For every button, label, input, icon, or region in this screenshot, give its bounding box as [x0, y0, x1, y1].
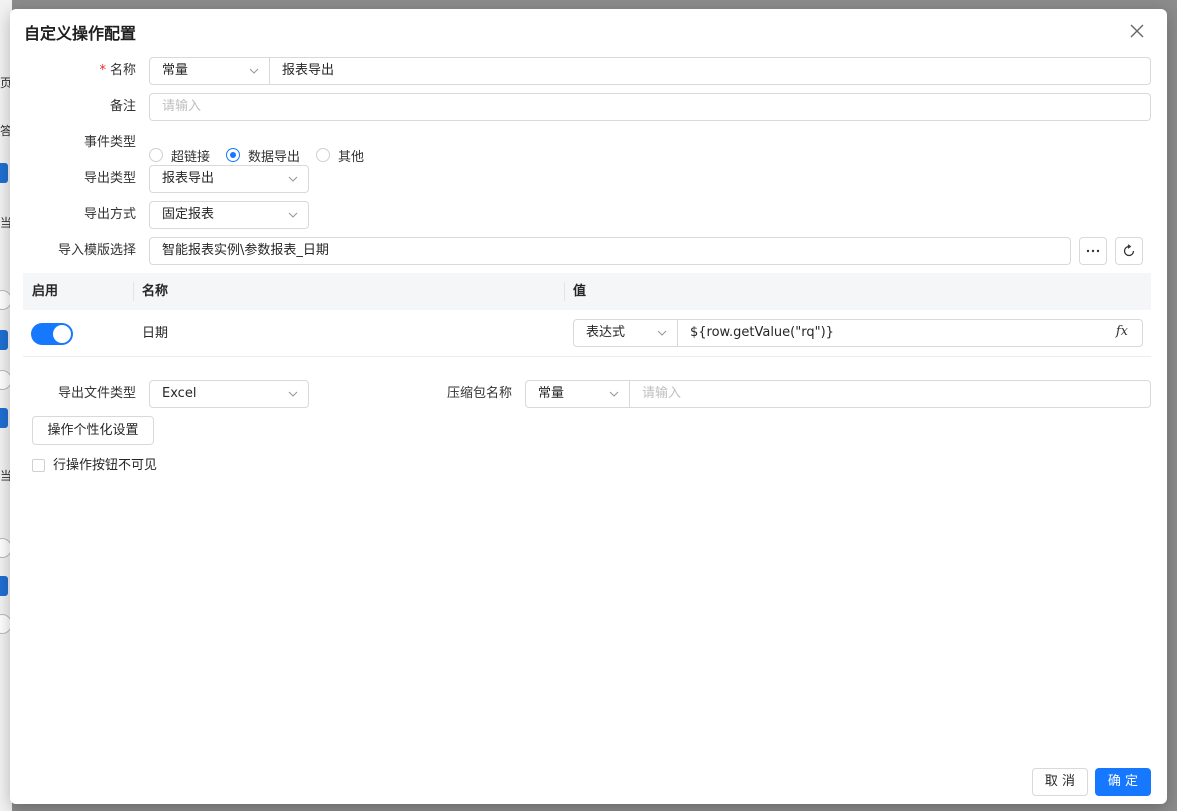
- background-button: [0, 576, 8, 596]
- remark-placeholder: 请输入: [162, 99, 202, 114]
- refresh-button[interactable]: [1115, 237, 1143, 265]
- radio-label: 超链接: [171, 149, 211, 165]
- remark-input[interactable]: 请输入: [149, 93, 1151, 121]
- toggle-knob: [53, 325, 71, 343]
- file-type-label: 导出文件类型: [57, 386, 136, 401]
- chevron-down-icon: [249, 68, 259, 74]
- expression-value: ${row.getValue("rq")}: [690, 325, 834, 340]
- name-value: 报表导出: [282, 63, 335, 78]
- radio-label: 其他: [338, 149, 365, 165]
- event-type-label: 事件类型: [83, 135, 136, 150]
- name-label: * 名称: [16, 57, 136, 85]
- name-type-value: 常量: [162, 63, 189, 78]
- zip-type-value: 常量: [538, 386, 565, 401]
- chevron-down-icon: [288, 212, 298, 218]
- export-type-select[interactable]: 报表导出: [149, 165, 309, 193]
- name-label-text: 名称: [109, 63, 136, 78]
- params-table-header: 启用 名称 值: [23, 273, 1151, 310]
- zip-name-input[interactable]: 请输入: [630, 381, 1150, 407]
- radio-circle-checked: [226, 148, 240, 162]
- value-type: 表达式: [586, 325, 626, 340]
- zip-name-input-group: 常量 请输入: [525, 380, 1151, 408]
- template-input[interactable]: 智能报表实例\参数报表_日期: [149, 237, 1071, 265]
- radio-data-export[interactable]: 数据导出: [226, 145, 300, 165]
- chevron-down-icon: [288, 176, 298, 182]
- close-icon[interactable]: [1127, 21, 1147, 41]
- zip-name-placeholder: 请输入: [642, 386, 682, 401]
- header-name: 名称: [142, 284, 169, 299]
- file-type-select[interactable]: Excel: [149, 380, 309, 408]
- zip-name-label: 压缩包名称: [446, 386, 512, 401]
- export-method-select[interactable]: 固定报表: [149, 201, 309, 229]
- background-button: [0, 408, 8, 428]
- refresh-icon: [1123, 244, 1135, 257]
- radio-label: 数据导出: [248, 149, 301, 165]
- param-name: 日期: [142, 326, 169, 341]
- custom-action-dialog: 自定义操作配置 * 名称 常量 报表导出 备注 请输入 事件类型 超链接 数据导出…: [10, 9, 1167, 804]
- zip-type-select[interactable]: 常量: [526, 381, 629, 407]
- background-button: [0, 330, 8, 350]
- export-type-value: 报表导出: [162, 171, 215, 186]
- fx-icon[interactable]: fx: [1116, 324, 1128, 339]
- chevron-down-icon: [288, 391, 298, 397]
- enable-toggle[interactable]: [31, 323, 73, 345]
- personalize-button[interactable]: 操作个性化设置: [32, 416, 154, 445]
- export-method-value: 固定报表: [162, 207, 215, 222]
- header-enable: 启用: [32, 284, 59, 299]
- background-button: [0, 163, 8, 183]
- chevron-down-icon: [609, 391, 619, 397]
- radio-hyperlink[interactable]: 超链接: [149, 145, 210, 165]
- name-type-select[interactable]: 常量: [150, 58, 269, 84]
- name-input-group: 常量 报表导出: [149, 57, 1151, 85]
- hide-row-buttons-checkbox[interactable]: [32, 459, 45, 472]
- cancel-button[interactable]: 取 消: [1032, 768, 1088, 796]
- value-input-group: 表达式 ${row.getValue("rq")} fx: [573, 319, 1143, 347]
- export-method-label: 导出方式: [83, 207, 136, 222]
- expression-input[interactable]: ${row.getValue("rq")}: [678, 320, 1112, 346]
- dialog-title: 自定义操作配置: [24, 24, 137, 43]
- value-type-select[interactable]: 表达式: [574, 320, 677, 346]
- radio-circle: [316, 148, 330, 162]
- radio-circle: [149, 148, 163, 162]
- ok-button[interactable]: 确 定: [1095, 768, 1151, 796]
- required-mark: *: [99, 63, 106, 78]
- file-type-value: Excel: [162, 386, 197, 401]
- template-label: 导入模版选择: [57, 243, 136, 258]
- column-separator: [564, 282, 565, 301]
- ellipsis-icon: [1086, 249, 1100, 253]
- header-value: 值: [573, 284, 587, 299]
- more-button[interactable]: [1079, 237, 1107, 265]
- name-value-input[interactable]: 报表导出: [270, 58, 1150, 84]
- template-value: 智能报表实例\参数报表_日期: [162, 243, 329, 258]
- radio-other[interactable]: 其他: [316, 145, 364, 165]
- export-type-label: 导出类型: [83, 171, 136, 186]
- chevron-down-icon: [657, 330, 667, 336]
- column-separator: [133, 282, 134, 301]
- remark-label: 备注: [109, 99, 136, 114]
- hide-row-buttons-label: 行操作按钮不可见: [53, 458, 158, 473]
